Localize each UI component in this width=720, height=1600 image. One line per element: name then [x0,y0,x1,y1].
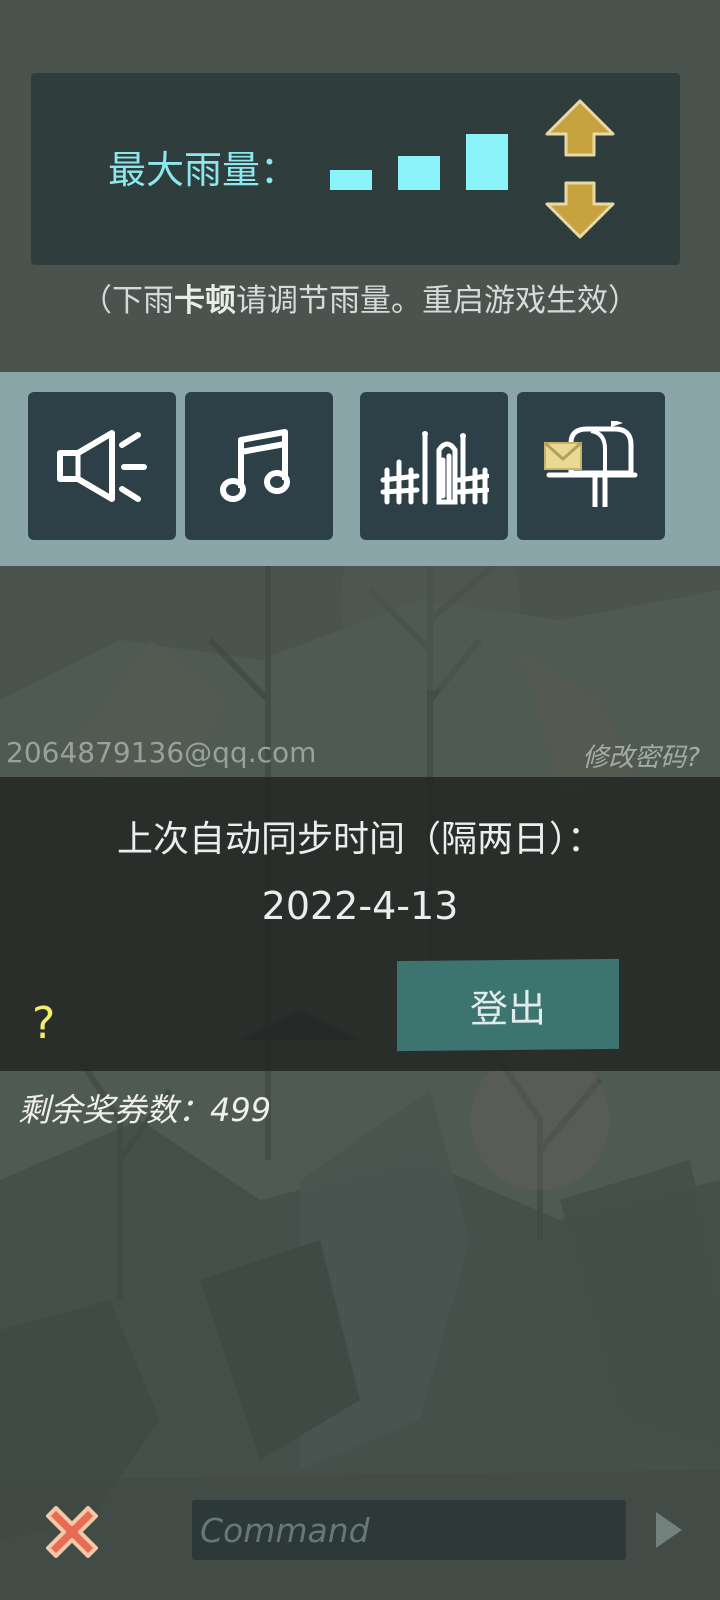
rain-note: （下雨卡顿请调节雨量。重启游戏生效） [81,283,639,319]
sound-toggle-button[interactable] [28,392,176,540]
max-rain-label: 最大雨量： [108,148,299,192]
music-note-icon [220,429,290,502]
close-icon[interactable] [38,1498,106,1566]
rain-note-emphasis: 卡顿 [174,283,236,319]
fence-gate-icon [380,431,489,505]
change-password-link[interactable]: 修改密码? [582,737,700,774]
mailbox-button[interactable] [517,392,665,540]
tickets-count: 499 [210,1091,272,1129]
command-field[interactable] [192,1500,626,1560]
command-input[interactable] [200,1510,626,1550]
remaining-tickets: 剩余奖券数：499 [18,1085,271,1131]
logout-button[interactable]: 登出 [397,958,619,1052]
rain-level-bar-1[interactable] [330,170,372,190]
mailbox-icon [544,421,638,507]
sync-title: 上次自动同步时间（隔两日）： [116,819,603,860]
rain-level-bar-2[interactable] [398,156,440,190]
settings-toolbar [0,372,720,566]
music-toggle-button[interactable] [185,392,333,540]
tickets-label: 剩余奖券数： [18,1091,211,1129]
account-email: 2064879136@qq.com [6,736,317,769]
send-arrow-icon[interactable] [652,1508,686,1552]
sync-date: 2022-4-13 [261,884,459,928]
rain-level-bar-3[interactable] [466,134,508,190]
help-button[interactable]: ? [32,998,55,1049]
rain-decrease-arrow-icon[interactable] [544,180,616,240]
speaker-icon [57,430,147,502]
fence-gate-button[interactable] [360,392,508,540]
rain-increase-arrow-icon[interactable] [544,98,616,158]
